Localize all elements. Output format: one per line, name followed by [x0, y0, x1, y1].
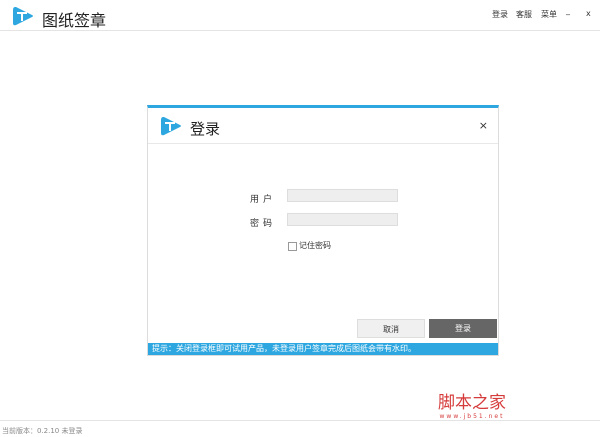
tip-bar: 提示：关闭登录框即可试用产品，未登录用户签章完成后图纸会带有水印。: [148, 343, 498, 355]
support-link[interactable]: 客服: [516, 9, 532, 20]
dialog-close-button[interactable]: ×: [479, 119, 488, 132]
login-button[interactable]: 登录: [429, 319, 497, 338]
password-input[interactable]: [287, 213, 398, 226]
header-divider: [0, 30, 600, 31]
menu-link[interactable]: 菜单: [541, 9, 557, 20]
status-text: 当前版本：0.2.10 未登录: [2, 427, 83, 435]
status-divider: [0, 420, 600, 421]
login-link[interactable]: 登录: [492, 9, 508, 20]
login-dialog: 登录 × 用户 密码 记住密码 取消 登录 提示：关闭登录框即可试用产品，未登录…: [147, 105, 499, 356]
watermark: 脚本之家 www.jb51.net: [438, 388, 506, 420]
close-button[interactable]: x: [586, 9, 591, 18]
watermark-url: www.jb51.net: [439, 413, 505, 420]
dialog-header-divider: [148, 143, 498, 144]
dialog-title: 登录: [190, 120, 221, 138]
username-label: 用户: [250, 195, 277, 205]
remember-checkbox[interactable]: [288, 242, 297, 251]
minimize-button[interactable]: _: [566, 6, 570, 15]
watermark-name: 脚本之家: [438, 393, 506, 413]
username-input[interactable]: [287, 189, 398, 202]
password-label: 密码: [250, 219, 277, 229]
dialog-logo-icon: [161, 117, 181, 136]
cancel-button[interactable]: 取消: [357, 319, 425, 338]
app-logo-icon: [13, 7, 33, 26]
remember-label[interactable]: 记住密码: [299, 240, 331, 251]
app-title: 图纸签章: [42, 11, 107, 30]
